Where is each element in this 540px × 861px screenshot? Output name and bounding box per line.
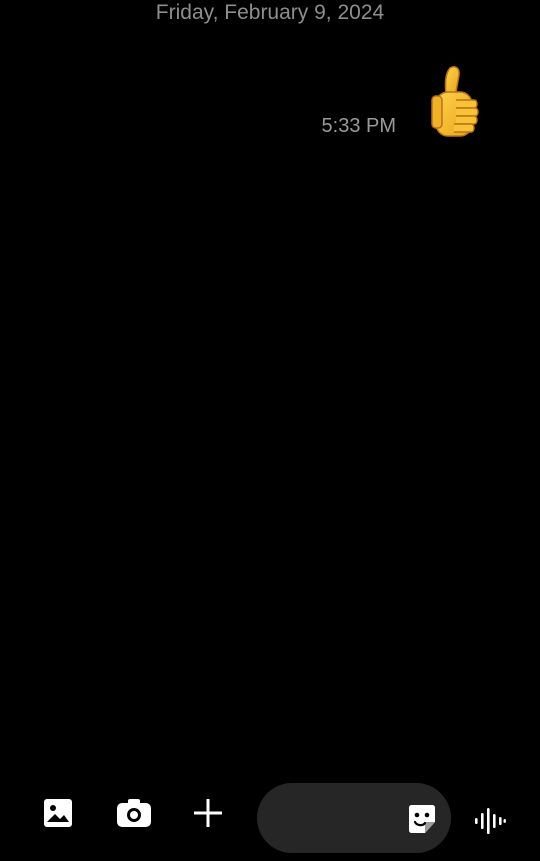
sticker-button[interactable] [405, 802, 439, 836]
sticker-icon [409, 805, 435, 833]
message-input-pill[interactable] [257, 783, 451, 853]
date-header-text: Friday, February 9, 2024 [155, 1, 385, 24]
date-header: Friday, February 9, 2024 [0, 0, 540, 26]
thumbs-up-emoji-icon[interactable] [430, 62, 482, 142]
camera-button[interactable] [112, 793, 156, 833]
camera-icon [117, 799, 151, 827]
plus-button[interactable] [188, 793, 228, 833]
composer-bar [0, 777, 540, 861]
message-row[interactable]: 5:33 PM [322, 62, 482, 142]
plus-icon [194, 799, 222, 827]
message-time: 5:33 PM [321, 115, 396, 137]
chat-screen: Friday, February 9, 2024 5:33 PM [0, 0, 540, 861]
gallery-icon [44, 799, 72, 827]
voice-button[interactable] [472, 803, 508, 839]
message-input[interactable] [275, 801, 395, 835]
gallery-button[interactable] [38, 793, 78, 833]
voice-waveform-icon [475, 808, 506, 834]
